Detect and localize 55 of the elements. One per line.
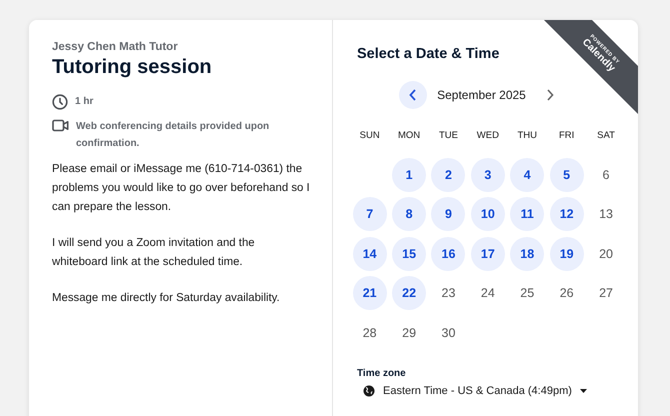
weekday-label: WED	[476, 128, 500, 143]
event-title: Tutoring session	[52, 56, 213, 79]
available-day[interactable]: 17	[470, 236, 505, 271]
calendar-heading: Select a Date & Time	[357, 46, 500, 62]
weekday-label: FRI	[558, 128, 576, 143]
video-camera-icon	[52, 119, 69, 132]
weekday-label: SUN	[358, 128, 381, 143]
unavailable-day: 26	[550, 276, 584, 310]
available-day[interactable]: 18	[510, 236, 544, 271]
unavailable-day: 24	[470, 276, 505, 310]
description-paragraph: I will send you a Zoom invitation and the whiteboard link at the scheduled time.	[52, 236, 256, 270]
available-day[interactable]: 14	[352, 236, 387, 271]
unavailable-day: 13	[589, 197, 624, 232]
previous-month-button[interactable]	[399, 81, 428, 109]
weekday-label: TUE	[438, 128, 459, 143]
host-name: Jessy Chen Math Tutor	[52, 41, 179, 53]
available-day[interactable]: 22	[392, 276, 426, 310]
month-label: September 2025	[437, 88, 526, 102]
available-day[interactable]: 7	[352, 197, 387, 232]
available-day[interactable]: 3	[470, 158, 505, 192]
caret-down-icon	[580, 389, 587, 394]
unavailable-day: 6	[589, 158, 624, 192]
weekday-label: SAT	[596, 128, 616, 143]
weekday-label: MON	[397, 128, 422, 143]
available-day[interactable]: 11	[510, 197, 544, 232]
unavailable-day: 28	[352, 316, 387, 350]
available-day[interactable]: 4	[510, 158, 544, 192]
unavailable-day: 25	[510, 276, 544, 310]
available-day[interactable]: 8	[392, 197, 426, 232]
chevron-right-icon	[546, 89, 554, 101]
available-day[interactable]: 15	[392, 236, 426, 271]
chevron-left-icon	[409, 89, 418, 101]
description-paragraph: Please email or iMessage me (610-714-0361) the problems you would like to go over beforehand so I can prepare the lesson.	[52, 162, 310, 215]
detail-text: 1 hr	[75, 95, 94, 109]
available-day[interactable]: 16	[431, 236, 466, 271]
available-day[interactable]: 21	[352, 276, 387, 310]
timezone-label: Time zone	[357, 368, 407, 380]
available-day[interactable]: 19	[550, 236, 584, 271]
available-day[interactable]: 9	[431, 197, 466, 232]
detail-text: Web conferencing details provided upon confirmation.	[76, 120, 270, 151]
available-day[interactable]: 2	[431, 158, 466, 192]
unavailable-day: 27	[589, 276, 624, 310]
timezone-dropdown[interactable]: Eastern Time - US & Canada (4:49pm)	[357, 385, 587, 398]
unavailable-day: 20	[589, 236, 624, 271]
description-paragraph: Message me directly for Saturday availability.	[52, 291, 281, 306]
unavailable-day: 29	[392, 316, 426, 350]
available-day[interactable]: 5	[550, 158, 584, 192]
globe-icon	[363, 385, 375, 398]
available-day[interactable]: 10	[470, 197, 505, 232]
available-day[interactable]: 12	[550, 197, 584, 232]
weekday-label: THU	[516, 128, 538, 143]
available-day[interactable]: 1	[392, 158, 426, 192]
unavailable-day: 23	[431, 276, 466, 310]
unavailable-day: 30	[431, 316, 466, 350]
clock-icon	[52, 94, 68, 110]
